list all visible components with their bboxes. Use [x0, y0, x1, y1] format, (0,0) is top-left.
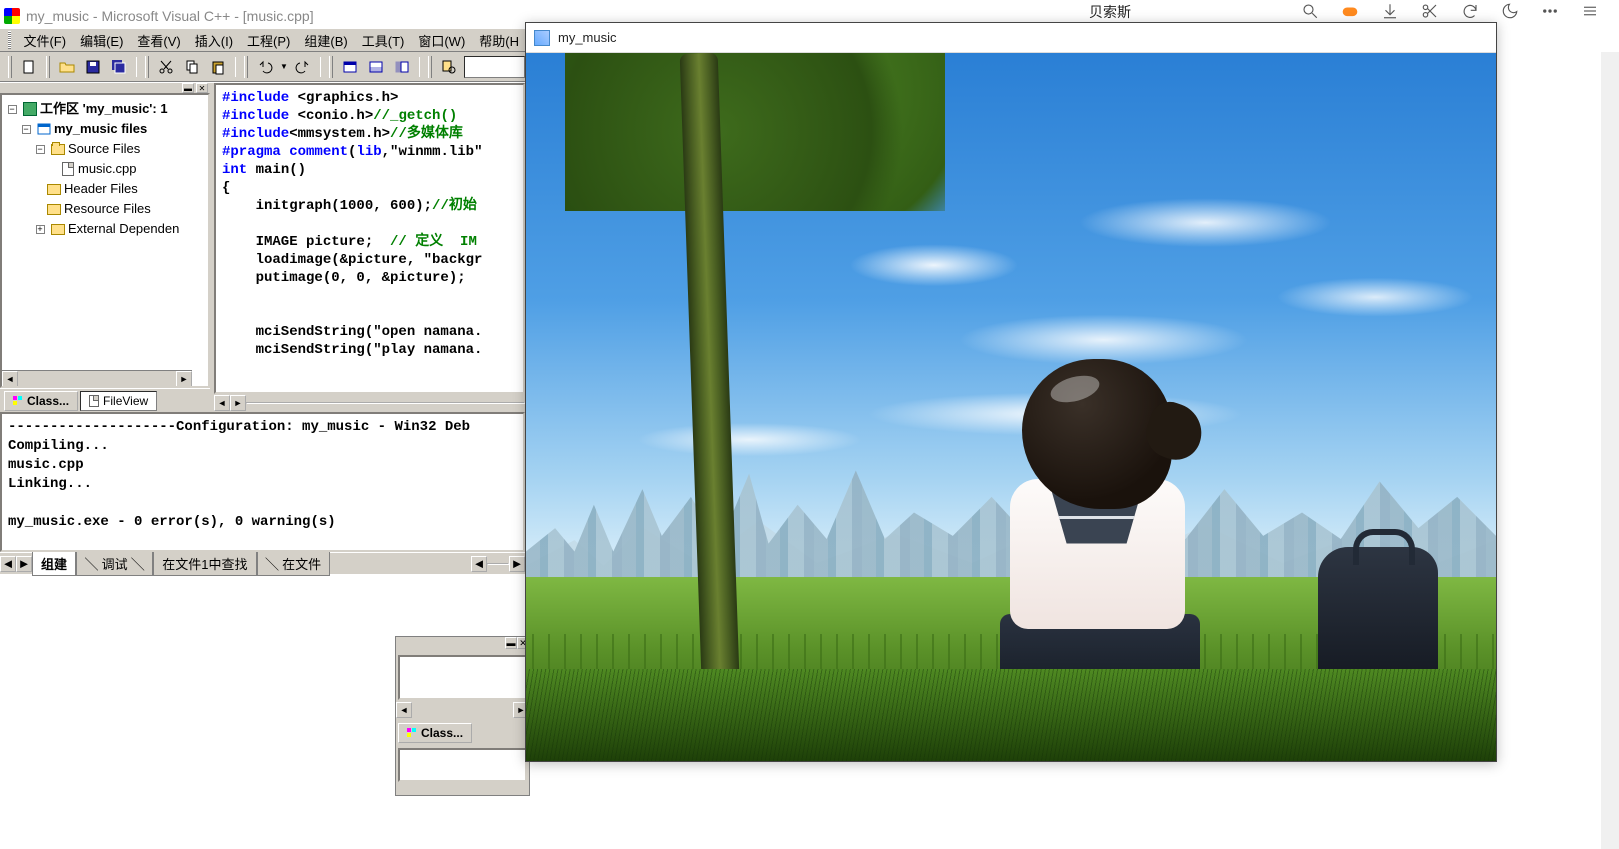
tree-workspace[interactable]: − 工作区 'my_music': 1 [4, 99, 206, 119]
tree-project[interactable]: − my_music files [4, 119, 206, 139]
my-music-icon [534, 30, 550, 46]
project-icon [36, 121, 52, 137]
output-button[interactable] [365, 56, 387, 78]
menu-window[interactable]: 窗口(W) [412, 29, 471, 52]
float-class-tab[interactable]: Class... [398, 723, 472, 743]
workspace-tree: − 工作区 'my_music': 1 − my_music files − S… [0, 93, 210, 388]
menu-view[interactable]: 查看(V) [131, 29, 186, 52]
folder-icon [47, 184, 61, 195]
tree-external[interactable]: + External Dependen [4, 219, 206, 239]
new-text-button[interactable] [18, 56, 40, 78]
my-music-canvas [526, 53, 1496, 761]
vc-toolbar: ▼ [0, 52, 525, 82]
output-tab-debug[interactable]: ╲ 调试 ╲ [76, 552, 153, 576]
output-tab-find1[interactable]: 在文件1中查找 [153, 552, 256, 576]
output-scroll-right[interactable]: ► [509, 556, 525, 572]
menu-icon[interactable] [1581, 2, 1599, 23]
menu-tools[interactable]: 工具(T) [356, 29, 411, 52]
vc-title-text: my_music - Microsoft Visual C++ - [music… [26, 8, 314, 24]
folder-icon [47, 204, 61, 215]
fileview-tab[interactable]: FileView [80, 391, 157, 411]
toolbar-grip-5[interactable] [329, 56, 333, 78]
workspace-icon [23, 102, 37, 116]
copy-button[interactable] [181, 56, 203, 78]
tree-dock-button[interactable]: ▬ [182, 83, 194, 93]
float-scroll-left[interactable]: ◄ [396, 702, 412, 718]
output-tab-next[interactable]: ► [16, 556, 32, 572]
cpp-file-icon [62, 162, 74, 176]
menu-edit[interactable]: 编辑(E) [74, 29, 129, 52]
tree-header-folder[interactable]: Header Files [4, 179, 206, 199]
tree-source-file[interactable]: music.cpp [4, 159, 206, 179]
menu-insert[interactable]: 插入(I) [189, 29, 239, 52]
undo-icon[interactable] [1461, 2, 1479, 23]
output-tab-build[interactable]: 组建 [32, 552, 76, 576]
toolbar-grip-2[interactable] [46, 56, 50, 78]
moon-icon[interactable] [1501, 2, 1519, 23]
code-scroll-right[interactable]: ► [230, 395, 246, 411]
scene-grass-front [526, 669, 1496, 761]
menubar-grip[interactable] [8, 31, 11, 49]
code-scroll-left[interactable]: ◄ [214, 395, 230, 411]
my-music-title-text: my_music [558, 30, 617, 45]
paste-button[interactable] [207, 56, 229, 78]
vc-app-icon [4, 8, 20, 24]
save-button[interactable] [82, 56, 104, 78]
cut-button[interactable] [155, 56, 177, 78]
code-editor[interactable]: #include <graphics.h> #include <conio.h>… [214, 83, 525, 394]
output-tabs: ◄ ► 组建 ╲ 调试 ╲ 在文件1中查找 ╲ 在文件 ◄ ► [0, 552, 525, 574]
toolbar-grip-3[interactable] [145, 56, 149, 78]
redo-button[interactable] [292, 56, 314, 78]
scene-girl [992, 359, 1192, 719]
vc-menubar: 文件(F) 编辑(E) 查看(V) 插入(I) 工程(P) 组建(B) 工具(T… [0, 28, 525, 52]
my-music-titlebar[interactable]: my_music [526, 23, 1496, 53]
scroll-right-button[interactable]: ► [176, 371, 192, 387]
find-in-files-button[interactable] [438, 56, 460, 78]
tree-resource-folder[interactable]: Resource Files [4, 199, 206, 219]
search-icon[interactable] [1301, 2, 1319, 23]
browser-toolbar: 贝索斯 [1059, 0, 1619, 24]
floating-class-pane: ▬ ✕ ◄ ► Class... [395, 636, 530, 796]
more-icon[interactable] [1541, 2, 1559, 23]
output-tab-find2[interactable]: ╲ 在文件 [257, 552, 331, 576]
download-icon[interactable] [1381, 2, 1399, 23]
output-scroll-left[interactable]: ◄ [471, 556, 487, 572]
browser-tab-text: 贝索斯 [1079, 2, 1131, 22]
workspace-button[interactable] [391, 56, 413, 78]
collapse-icon[interactable]: − [22, 125, 31, 134]
open-button[interactable] [56, 56, 78, 78]
output-tab-prev[interactable]: ◄ [0, 556, 16, 572]
menu-build[interactable]: 组建(B) [298, 29, 353, 52]
folder-icon [51, 224, 65, 235]
page-scrollbar[interactable] [1601, 52, 1619, 849]
gamepad-icon[interactable] [1341, 2, 1359, 23]
toolbar-grip-6[interactable] [428, 56, 432, 78]
menu-project[interactable]: 工程(P) [241, 29, 296, 52]
menu-help[interactable]: 帮助(H [473, 29, 525, 52]
menu-file[interactable]: 文件(F) [17, 29, 72, 52]
toolbar-grip-1[interactable] [8, 56, 12, 78]
fileview-icon [89, 395, 99, 407]
undo-button[interactable] [254, 56, 276, 78]
folder-open-icon [51, 144, 65, 155]
find-combo[interactable] [464, 56, 525, 78]
vc-titlebar[interactable]: my_music - Microsoft Visual C++ - [music… [0, 4, 525, 28]
window-list-button[interactable] [339, 56, 361, 78]
float-dock-button[interactable]: ▬ [505, 637, 517, 649]
scissors-icon[interactable] [1421, 2, 1439, 23]
save-all-button[interactable] [108, 56, 130, 78]
tree-close-button[interactable]: ✕ [196, 83, 208, 93]
classview-tab[interactable]: Class... [4, 391, 78, 411]
output-pane[interactable]: --------------------Configuration: my_mu… [0, 412, 525, 552]
collapse-icon[interactable]: − [8, 105, 17, 114]
expand-icon[interactable]: + [36, 225, 45, 234]
scroll-left-button[interactable]: ◄ [2, 371, 18, 387]
collapse-icon[interactable]: − [36, 145, 45, 154]
my-music-window[interactable]: my_music [525, 22, 1497, 762]
tree-source-folder[interactable]: − Source Files [4, 139, 206, 159]
scene-tree-foliage [565, 53, 945, 211]
toolbar-grip-4[interactable] [244, 56, 248, 78]
